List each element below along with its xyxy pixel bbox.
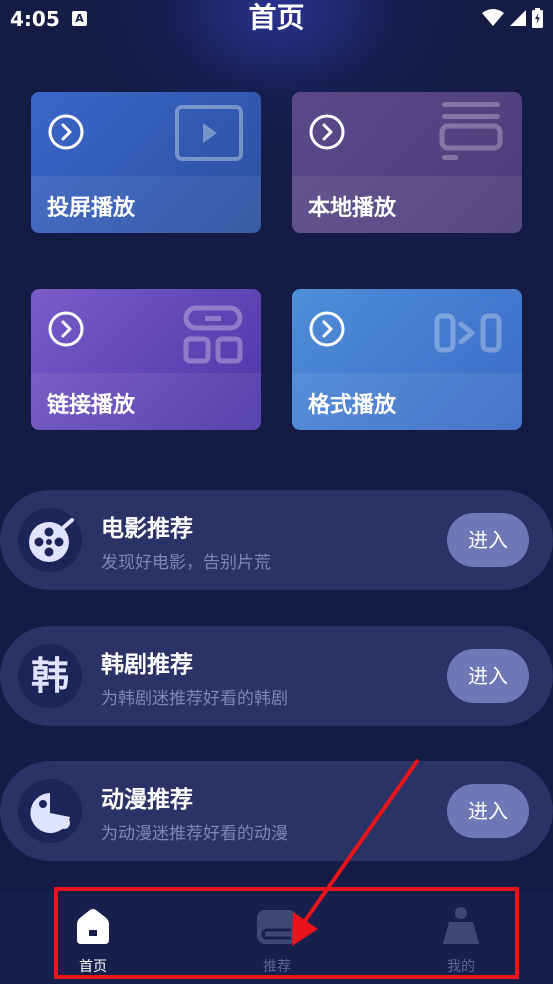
tile-label: 链接播放 bbox=[47, 393, 136, 418]
tile-label: 格式播放 bbox=[308, 393, 397, 418]
nav-label: 首页 bbox=[79, 959, 107, 975]
nav-item-recommend[interactable]: 推荐 bbox=[237, 906, 317, 975]
recommend-icon bbox=[257, 910, 297, 944]
film-reel-icon bbox=[29, 518, 74, 562]
page-title: 首页 bbox=[248, 1, 305, 34]
play-circle-icon bbox=[309, 311, 345, 347]
card-title: 韩剧推荐 bbox=[101, 652, 193, 678]
tile-link-play[interactable]: 链接播放 bbox=[31, 289, 261, 430]
tile-format-play[interactable]: 格式播放 bbox=[292, 289, 522, 430]
card-avatar bbox=[18, 508, 82, 572]
nav-label: 推荐 bbox=[263, 959, 291, 975]
play-circle-icon bbox=[48, 114, 84, 150]
play-circle-icon bbox=[309, 114, 345, 150]
nav-label: 我的 bbox=[447, 959, 475, 975]
enter-button[interactable]: 进入 bbox=[447, 513, 529, 567]
link-grid-icon bbox=[183, 305, 243, 364]
home-icon bbox=[77, 909, 109, 944]
nav-item-home[interactable]: 首页 bbox=[53, 906, 133, 975]
tile-local-play[interactable]: 本地播放 bbox=[292, 92, 522, 233]
format-convert-icon bbox=[434, 313, 502, 353]
card-title: 动漫推荐 bbox=[101, 787, 193, 813]
tile-label: 投屏播放 bbox=[47, 196, 136, 221]
tile-screen-cast[interactable]: 投屏播放 bbox=[31, 92, 261, 233]
card-avatar bbox=[18, 779, 82, 843]
anime-icon bbox=[30, 793, 71, 833]
tile-label: 本地播放 bbox=[308, 196, 397, 221]
nav-item-mine[interactable]: 我的 bbox=[421, 906, 501, 975]
card-description: 为韩剧迷推荐好看的韩剧 bbox=[101, 689, 288, 709]
play-circle-icon bbox=[48, 311, 84, 347]
document-list-icon bbox=[439, 102, 503, 160]
video-player-icon bbox=[175, 105, 243, 161]
card-description: 发现好电影，告别片荒 bbox=[101, 553, 271, 573]
card-korean-drama-recommend[interactable]: 韩 韩剧推荐 为韩剧迷推荐好看的韩剧 进入 bbox=[0, 626, 553, 726]
card-title: 电影推荐 bbox=[101, 516, 193, 542]
card-avatar: 韩 bbox=[18, 644, 82, 708]
card-anime-recommend[interactable]: 动漫推荐 为动漫迷推荐好看的动漫 进入 bbox=[0, 761, 553, 861]
enter-button[interactable]: 进入 bbox=[447, 784, 529, 838]
enter-button[interactable]: 进入 bbox=[447, 649, 529, 703]
bottom-navigation: 首页 推荐 我的 bbox=[0, 894, 553, 984]
person-icon bbox=[443, 907, 479, 944]
card-description: 为动漫迷推荐好看的动漫 bbox=[101, 824, 288, 844]
card-movie-recommend[interactable]: 电影推荐 发现好电影，告别片荒 进入 bbox=[0, 490, 553, 590]
han-character-icon: 韩 bbox=[30, 654, 69, 698]
